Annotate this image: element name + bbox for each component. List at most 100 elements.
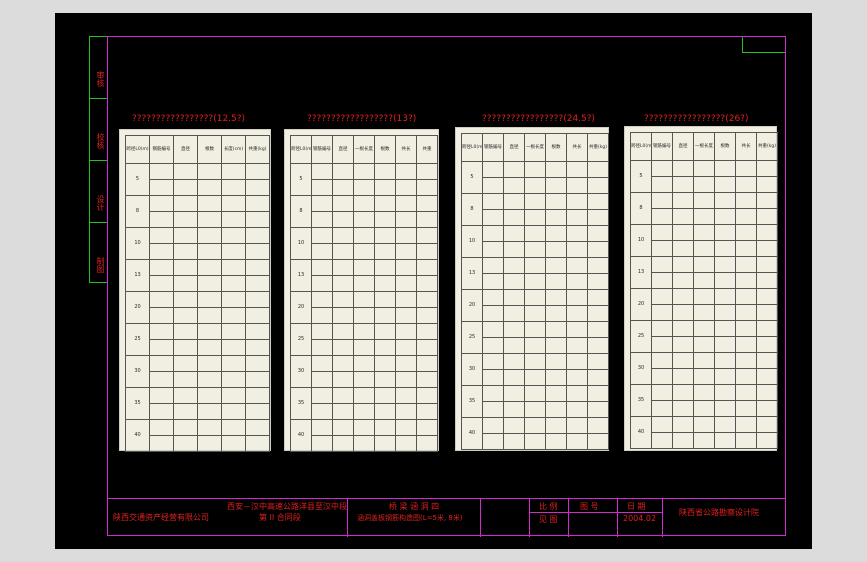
data-cell <box>735 160 757 177</box>
data-cell <box>735 352 757 369</box>
data-cell <box>332 291 354 308</box>
data-cell <box>482 209 504 226</box>
data-cell <box>651 256 673 273</box>
data-cell <box>651 176 673 193</box>
data-cell <box>374 259 396 276</box>
data-cell <box>651 368 673 385</box>
table-title-4: ?????????????????(26?) <box>644 114 749 124</box>
scale-label: 比 例 <box>539 502 558 511</box>
data-cell <box>503 225 525 242</box>
table-row: 8 <box>630 192 778 225</box>
data-cell <box>672 192 694 209</box>
table-grid-3: 跨径L0(m) 钢筋编号 直径 一根长度 根数 共长 共重(kg) 5 8 10 13 20 25 30 3… <box>461 133 609 450</box>
data-cell <box>221 435 246 452</box>
data-cell <box>482 273 504 290</box>
data-cell <box>693 416 715 433</box>
data-cell <box>374 179 396 196</box>
table-row: 40 <box>630 416 778 449</box>
data-cell <box>332 419 354 436</box>
data-cell <box>587 161 609 178</box>
strip-label-draw: 制图 <box>96 257 105 273</box>
contract-section: 第 II 合同段 <box>259 513 301 522</box>
data-cell <box>545 273 567 290</box>
data-cell <box>714 272 736 289</box>
table-row: 8 <box>290 195 438 228</box>
data-cell <box>149 355 174 372</box>
data-cell <box>221 323 246 340</box>
data-cell <box>545 305 567 322</box>
data-cell <box>735 320 757 337</box>
span-cell: 8 <box>630 192 652 225</box>
data-cell <box>566 401 588 418</box>
data-cell <box>374 355 396 372</box>
data-cell <box>524 273 546 290</box>
table-row <box>462 337 609 354</box>
data-cell <box>545 193 567 210</box>
design-institute: 陕西省公路勘察设计院 <box>679 508 759 517</box>
strip-cell-review: 审核 <box>90 37 107 99</box>
data-cell <box>197 339 222 356</box>
table-row <box>462 209 609 226</box>
data-cell <box>545 433 567 450</box>
data-cell <box>587 337 609 354</box>
data-cell <box>524 209 546 226</box>
data-cell <box>197 419 222 436</box>
data-cell <box>693 400 715 417</box>
data-cell <box>173 323 198 340</box>
drawing-no-label: 图 号 <box>580 502 599 511</box>
data-cell <box>503 385 525 402</box>
data-cell <box>173 243 198 260</box>
data-cell <box>503 305 525 322</box>
data-cell <box>353 387 375 404</box>
data-cell <box>221 387 246 404</box>
data-cell <box>693 384 715 401</box>
data-cell <box>416 307 438 324</box>
data-cell <box>735 304 757 321</box>
data-cell <box>672 384 694 401</box>
data-cell <box>545 161 567 178</box>
data-cell <box>756 240 778 257</box>
table-row <box>631 336 778 353</box>
strip-cell-design: 设计 <box>90 161 107 223</box>
data-cell <box>311 387 333 404</box>
data-cell <box>149 435 174 452</box>
header-cell: 根数 <box>714 132 736 161</box>
data-cell <box>651 272 673 289</box>
data-cell <box>173 419 198 436</box>
data-cell <box>311 211 333 228</box>
data-cell <box>482 289 504 306</box>
table-row <box>291 403 438 420</box>
data-cell <box>221 243 246 260</box>
data-cell <box>756 224 778 241</box>
data-cell <box>651 432 673 449</box>
header-cell: 直径 <box>672 132 694 161</box>
header-cell: 根数 <box>545 133 567 162</box>
data-cell <box>735 256 757 273</box>
table-row: 35 <box>461 385 609 418</box>
data-cell <box>566 177 588 194</box>
data-cell <box>714 400 736 417</box>
data-cell <box>395 435 417 452</box>
data-cell <box>149 227 174 244</box>
table-row <box>631 272 778 289</box>
date-value: 2004.02 <box>623 514 657 523</box>
data-cell <box>693 288 715 305</box>
data-cell <box>197 227 222 244</box>
data-cell <box>587 273 609 290</box>
table-row: 40 <box>461 417 609 450</box>
span-cell: 35 <box>290 387 312 420</box>
data-cell <box>545 241 567 258</box>
data-cell <box>566 305 588 322</box>
data-cell <box>756 320 778 337</box>
data-cell <box>332 179 354 196</box>
data-cell <box>149 211 174 228</box>
data-cell <box>416 387 438 404</box>
data-cell <box>672 352 694 369</box>
data-cell <box>587 177 609 194</box>
span-cell: 5 <box>630 160 652 193</box>
data-cell <box>482 241 504 258</box>
table-row <box>631 176 778 193</box>
data-cell <box>395 195 417 212</box>
data-cell <box>374 435 396 452</box>
table-row <box>631 368 778 385</box>
